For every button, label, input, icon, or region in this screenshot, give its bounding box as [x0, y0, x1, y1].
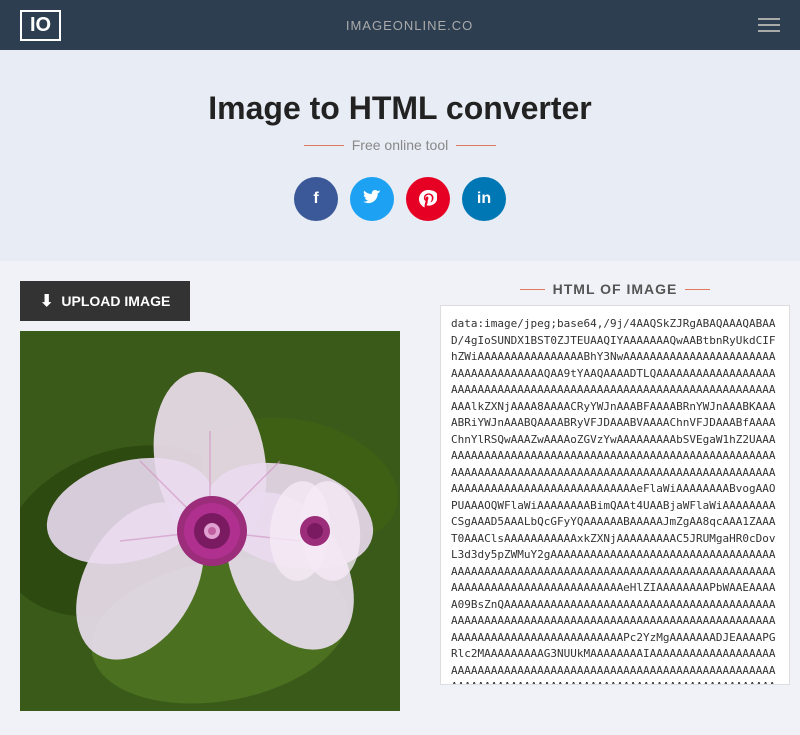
twitter-icon[interactable]	[350, 177, 394, 221]
html-output-box[interactable]: data:image/jpeg;base64,/9j/4AAQSkZJRgABA…	[440, 305, 790, 685]
subtitle: Free online tool	[20, 137, 780, 153]
navbar: IO IMAGEONLINE.CO	[0, 0, 800, 50]
linkedin-icon[interactable]: in	[462, 177, 506, 221]
menu-icon[interactable]	[758, 18, 780, 32]
menu-line-1	[758, 18, 780, 20]
flower-image	[20, 331, 400, 711]
right-panel: HTML OF IMAGE data:image/jpeg;base64,/9j…	[440, 281, 790, 711]
navbar-title: IMAGEONLINE.CO	[346, 18, 473, 33]
upload-icon: ⬇	[40, 291, 53, 311]
navbar-brand: IO	[20, 10, 61, 41]
left-panel: ⬇ UPLOAD IMAGE	[20, 281, 420, 711]
upload-button-label: UPLOAD IMAGE	[61, 293, 170, 309]
social-icons-container: f in	[20, 177, 780, 221]
upload-button[interactable]: ⬇ UPLOAD IMAGE	[20, 281, 190, 321]
main-content: ⬇ UPLOAD IMAGE	[0, 261, 800, 711]
facebook-icon[interactable]: f	[294, 177, 338, 221]
pinterest-icon[interactable]	[406, 177, 450, 221]
hero-section: Image to HTML converter Free online tool…	[0, 50, 800, 261]
html-output-header: HTML OF IMAGE	[440, 281, 790, 297]
page-title: Image to HTML converter	[20, 90, 780, 127]
menu-line-3	[758, 30, 780, 32]
menu-line-2	[758, 24, 780, 26]
image-preview-area	[20, 331, 400, 711]
